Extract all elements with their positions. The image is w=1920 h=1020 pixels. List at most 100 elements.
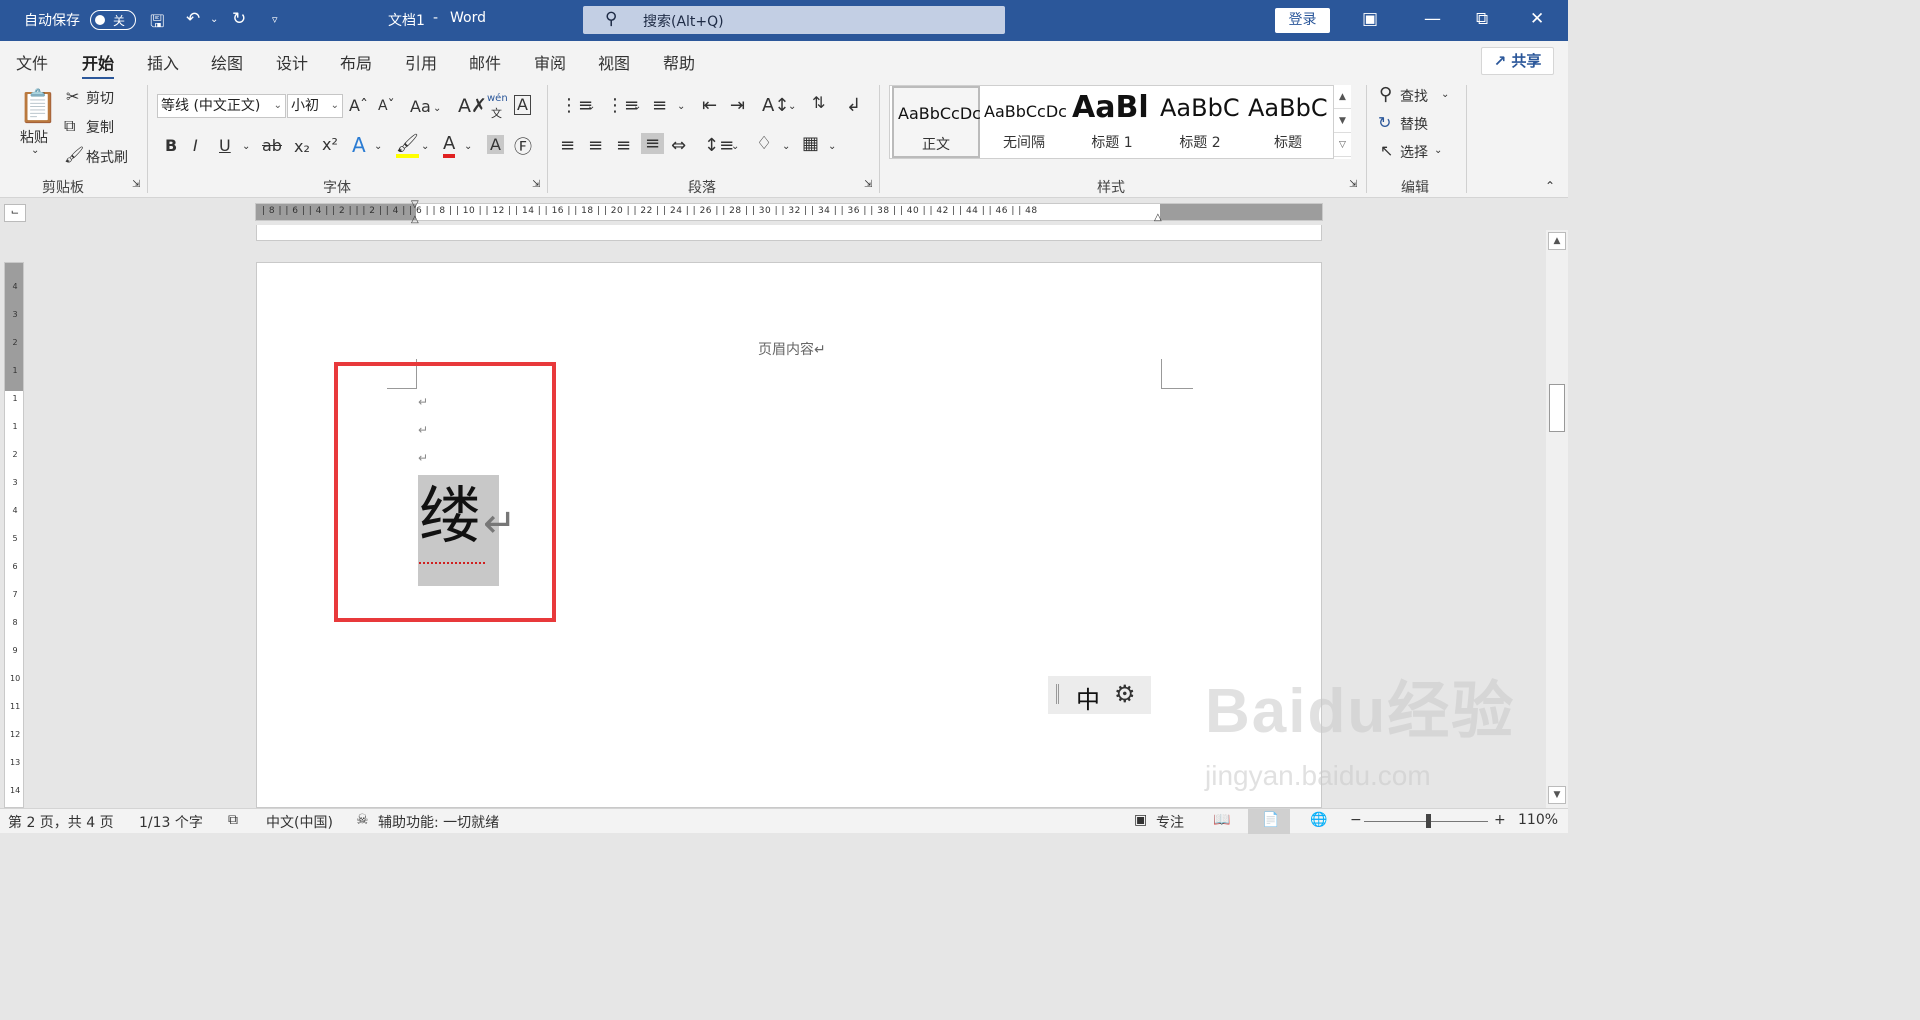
chevron-down-icon[interactable]: ⌄: [633, 101, 641, 112]
replace-icon[interactable]: ↻: [1378, 113, 1391, 132]
web-layout-icon[interactable]: 🌐: [1310, 812, 1327, 828]
font-color-icon[interactable]: A: [443, 133, 456, 158]
header-text[interactable]: 页眉内容↵: [758, 339, 826, 359]
page-info[interactable]: 第 2 页，共 4 页: [8, 812, 114, 832]
select-icon[interactable]: ↖: [1380, 141, 1393, 160]
save-icon[interactable]: 🖫: [150, 9, 164, 38]
first-line-indent-icon[interactable]: ▽: [411, 199, 419, 210]
paste-dropdown-icon[interactable]: ⌄: [31, 145, 39, 156]
share-button[interactable]: ↗ 共享: [1481, 47, 1554, 75]
select-button[interactable]: 选择: [1400, 142, 1428, 162]
increase-indent-icon[interactable]: ⇥: [730, 95, 745, 116]
gear-icon[interactable]: ⚙: [1114, 680, 1136, 708]
change-case-button[interactable]: Aa: [410, 97, 431, 116]
italic-icon[interactable]: I: [193, 136, 198, 155]
find-icon[interactable]: ⚲: [1379, 84, 1392, 105]
chevron-down-icon[interactable]: ⌄: [421, 141, 429, 152]
proofing-icon[interactable]: ⧉: [228, 812, 238, 828]
phonetic-guide-top[interactable]: wén: [487, 93, 508, 104]
justify-icon[interactable]: ≡: [641, 133, 665, 154]
superscript-icon[interactable]: x²: [322, 135, 338, 154]
character-shading-icon[interactable]: A: [487, 135, 504, 154]
cut-button[interactable]: 剪切: [86, 88, 114, 108]
tab-design[interactable]: 设计: [276, 50, 308, 74]
word-count[interactable]: 1/13 个字: [139, 812, 203, 832]
grow-font-icon[interactable]: Aˆ: [349, 96, 368, 115]
customize-icon[interactable]: ▿: [272, 13, 278, 26]
styles-launcher-icon[interactable]: ⇲: [1349, 179, 1357, 190]
hanging-indent-icon[interactable]: △: [411, 214, 419, 225]
chevron-down-icon[interactable]: ⌄: [464, 141, 472, 152]
chevron-down-icon[interactable]: ⌄: [677, 101, 685, 112]
redo-icon[interactable]: ↻: [232, 9, 246, 29]
tab-view[interactable]: 视图: [598, 50, 630, 74]
undo-icon[interactable]: ↶: [186, 9, 200, 29]
strikethrough-icon[interactable]: ab: [262, 136, 282, 155]
format-painter-icon[interactable]: 🖌: [64, 145, 84, 164]
bold-icon[interactable]: B: [165, 136, 177, 155]
distributed-icon[interactable]: ⇔: [671, 135, 686, 156]
chevron-down-icon[interactable]: ⌄: [374, 141, 382, 152]
shading-icon[interactable]: ♢: [756, 133, 772, 154]
ime-toolbar[interactable]: 中 ⚙: [1048, 676, 1151, 714]
clear-formatting-icon[interactable]: A✗: [458, 95, 487, 117]
style-no-spacing[interactable]: AaBbCcDc 无间隔: [980, 86, 1068, 158]
gallery-up-icon[interactable]: ▲: [1334, 85, 1351, 109]
scroll-up-icon[interactable]: ▲: [1548, 232, 1566, 250]
chevron-down-icon[interactable]: ⌄: [828, 141, 836, 152]
tab-help[interactable]: 帮助: [663, 50, 695, 74]
font-launcher-icon[interactable]: ⇲: [532, 179, 540, 190]
style-heading-2[interactable]: AaBbC 标题 2: [1156, 86, 1244, 158]
tab-selector-icon[interactable]: ⌙: [4, 204, 26, 222]
character-border-icon[interactable]: A: [514, 95, 531, 115]
underline-icon[interactable]: U: [219, 136, 231, 155]
focus-button[interactable]: 专注: [1156, 812, 1184, 832]
close-icon[interactable]: ✕: [1530, 9, 1544, 29]
minimize-icon[interactable]: —: [1424, 9, 1441, 29]
horizontal-ruler[interactable]: | 8 | | 6 | | 4 | | 2 | | | 2 | | 4 | | …: [255, 199, 1323, 225]
tab-insert[interactable]: 插入: [147, 50, 179, 74]
collapse-ribbon-icon[interactable]: ⌃: [1545, 179, 1555, 193]
show-marks-icon[interactable]: ↲: [846, 95, 861, 116]
chevron-down-icon[interactable]: ⌄: [433, 103, 441, 114]
shrink-font-icon[interactable]: Aˇ: [378, 98, 395, 114]
sort-icon[interactable]: ⇅: [812, 93, 825, 112]
tab-file[interactable]: 文件: [16, 50, 48, 74]
chevron-down-icon[interactable]: ⌄: [242, 141, 250, 152]
style-heading-1[interactable]: AaBl 标题 1: [1068, 86, 1156, 158]
tab-mailings[interactable]: 邮件: [469, 50, 501, 74]
zoom-in-button[interactable]: +: [1494, 812, 1506, 828]
read-mode-icon[interactable]: 📖: [1213, 812, 1230, 828]
gallery-more-icon[interactable]: ▽: [1334, 133, 1351, 157]
find-button[interactable]: 查找: [1400, 86, 1428, 106]
format-painter-button[interactable]: 格式刷: [86, 147, 128, 167]
chevron-down-icon[interactable]: ⌄: [782, 141, 790, 152]
scroll-down-icon[interactable]: ▼: [1548, 786, 1566, 804]
align-center-icon[interactable]: ≡: [588, 135, 603, 156]
print-layout-icon[interactable]: 📄: [1262, 812, 1279, 828]
copy-icon[interactable]: ⧉: [64, 116, 75, 136]
paragraph-launcher-icon[interactable]: ⇲: [864, 179, 872, 190]
zoom-level[interactable]: 110%: [1518, 812, 1558, 828]
chevron-down-icon[interactable]: ⌄: [788, 101, 796, 112]
multilevel-list-icon[interactable]: ≡: [652, 95, 667, 116]
ime-mode-button[interactable]: 中: [1076, 680, 1100, 715]
chevron-down-icon[interactable]: ⌄: [731, 141, 739, 152]
enclose-characters-icon[interactable]: Ⓕ: [514, 133, 532, 159]
search-box[interactable]: ⚲ 搜索(Alt+Q): [583, 6, 1005, 34]
restore-icon[interactable]: ⧉: [1476, 9, 1488, 29]
chevron-down-icon[interactable]: ⌄: [1434, 145, 1442, 156]
focus-icon[interactable]: ▣: [1134, 812, 1147, 828]
accessibility-status[interactable]: 辅助功能: 一切就绪: [378, 812, 499, 832]
scroll-thumb[interactable]: [1549, 384, 1565, 432]
paste-button[interactable]: 粘贴: [20, 127, 48, 147]
text-effects-icon[interactable]: A: [352, 133, 366, 157]
copy-button[interactable]: 复制: [86, 117, 114, 137]
decrease-indent-icon[interactable]: ⇤: [702, 95, 717, 116]
asian-layout-icon[interactable]: A↕: [762, 95, 789, 116]
language[interactable]: 中文(中国): [266, 812, 333, 832]
phonetic-guide-bottom[interactable]: 文: [491, 105, 502, 121]
chevron-down-icon[interactable]: ⌄: [1441, 89, 1449, 100]
gallery-down-icon[interactable]: ▼: [1334, 109, 1351, 133]
align-right-icon[interactable]: ≡: [616, 135, 631, 156]
